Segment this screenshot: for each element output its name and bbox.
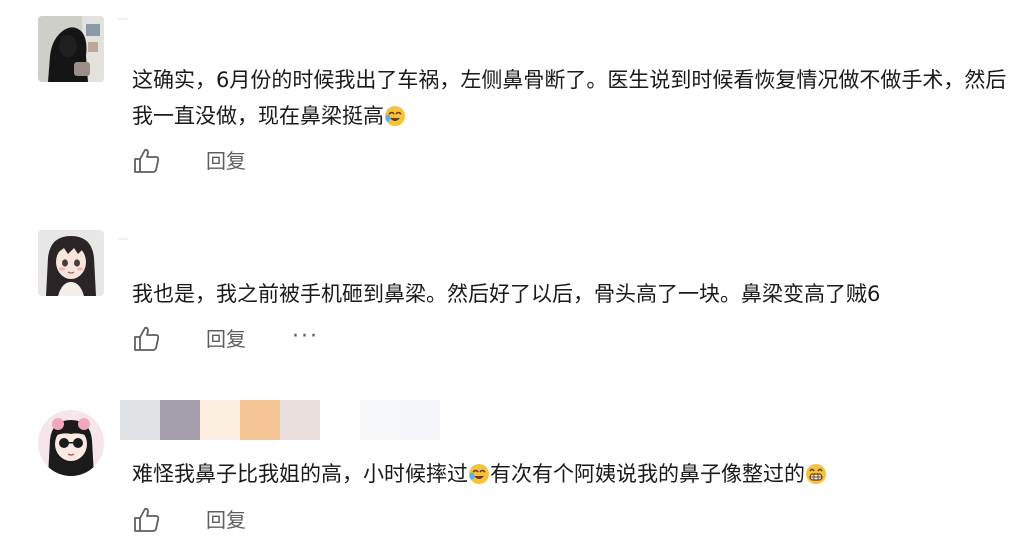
like-button[interactable] <box>132 505 162 535</box>
reply-button[interactable]: 回复 <box>206 147 246 175</box>
laughing-tears-emoji-icon <box>385 106 405 126</box>
username-placeholder <box>118 238 128 240</box>
comment-actions: 回复 <box>132 146 372 176</box>
thumbs-up-outline-icon <box>134 148 160 173</box>
reply-button[interactable]: 回复 <box>206 506 246 534</box>
comment-text: 难怪我鼻子比我姐的高，小时候摔过 有次有个阿姨说我的鼻子像整过的 <box>132 456 1012 492</box>
avatar[interactable] <box>38 16 104 82</box>
avatar-girl-sunglasses-image <box>38 410 104 476</box>
avatar[interactable] <box>38 410 104 476</box>
comment-1: 这确实，6月份的时候我出了车祸，左侧鼻骨断了。医生说到时候看恢复情况做不做手术，… <box>0 0 1024 200</box>
laughing-tears-emoji-icon <box>469 464 489 484</box>
thumbs-up-outline-icon <box>134 326 160 351</box>
comment-actions: 回复 ··· <box>132 324 372 354</box>
like-button[interactable] <box>132 146 162 176</box>
like-button[interactable] <box>132 324 162 354</box>
thumbs-up-outline-icon <box>134 507 160 532</box>
more-options-button[interactable]: ··· <box>292 324 319 350</box>
comment-text: 这确实，6月份的时候我出了车祸，左侧鼻骨断了。医生说到时候看恢复情况做不做手术，… <box>132 68 1007 128</box>
grinning-emoji-icon <box>806 464 826 484</box>
reply-button[interactable]: 回复 <box>206 325 246 353</box>
comment-2: 我也是，我之前被手机砸到鼻梁。然后好了以后，骨头高了一块。鼻梁变高了贼6 回复 … <box>0 200 1024 380</box>
comment-actions: 回复 <box>132 505 372 535</box>
comment-text: 我也是，我之前被手机砸到鼻梁。然后好了以后，骨头高了一块。鼻梁变高了贼6 <box>132 282 881 306</box>
username-placeholder <box>118 18 128 20</box>
avatar-hooded-figure-image <box>38 16 104 82</box>
avatar-anime-girl-image <box>38 230 104 296</box>
avatar[interactable] <box>38 230 104 296</box>
